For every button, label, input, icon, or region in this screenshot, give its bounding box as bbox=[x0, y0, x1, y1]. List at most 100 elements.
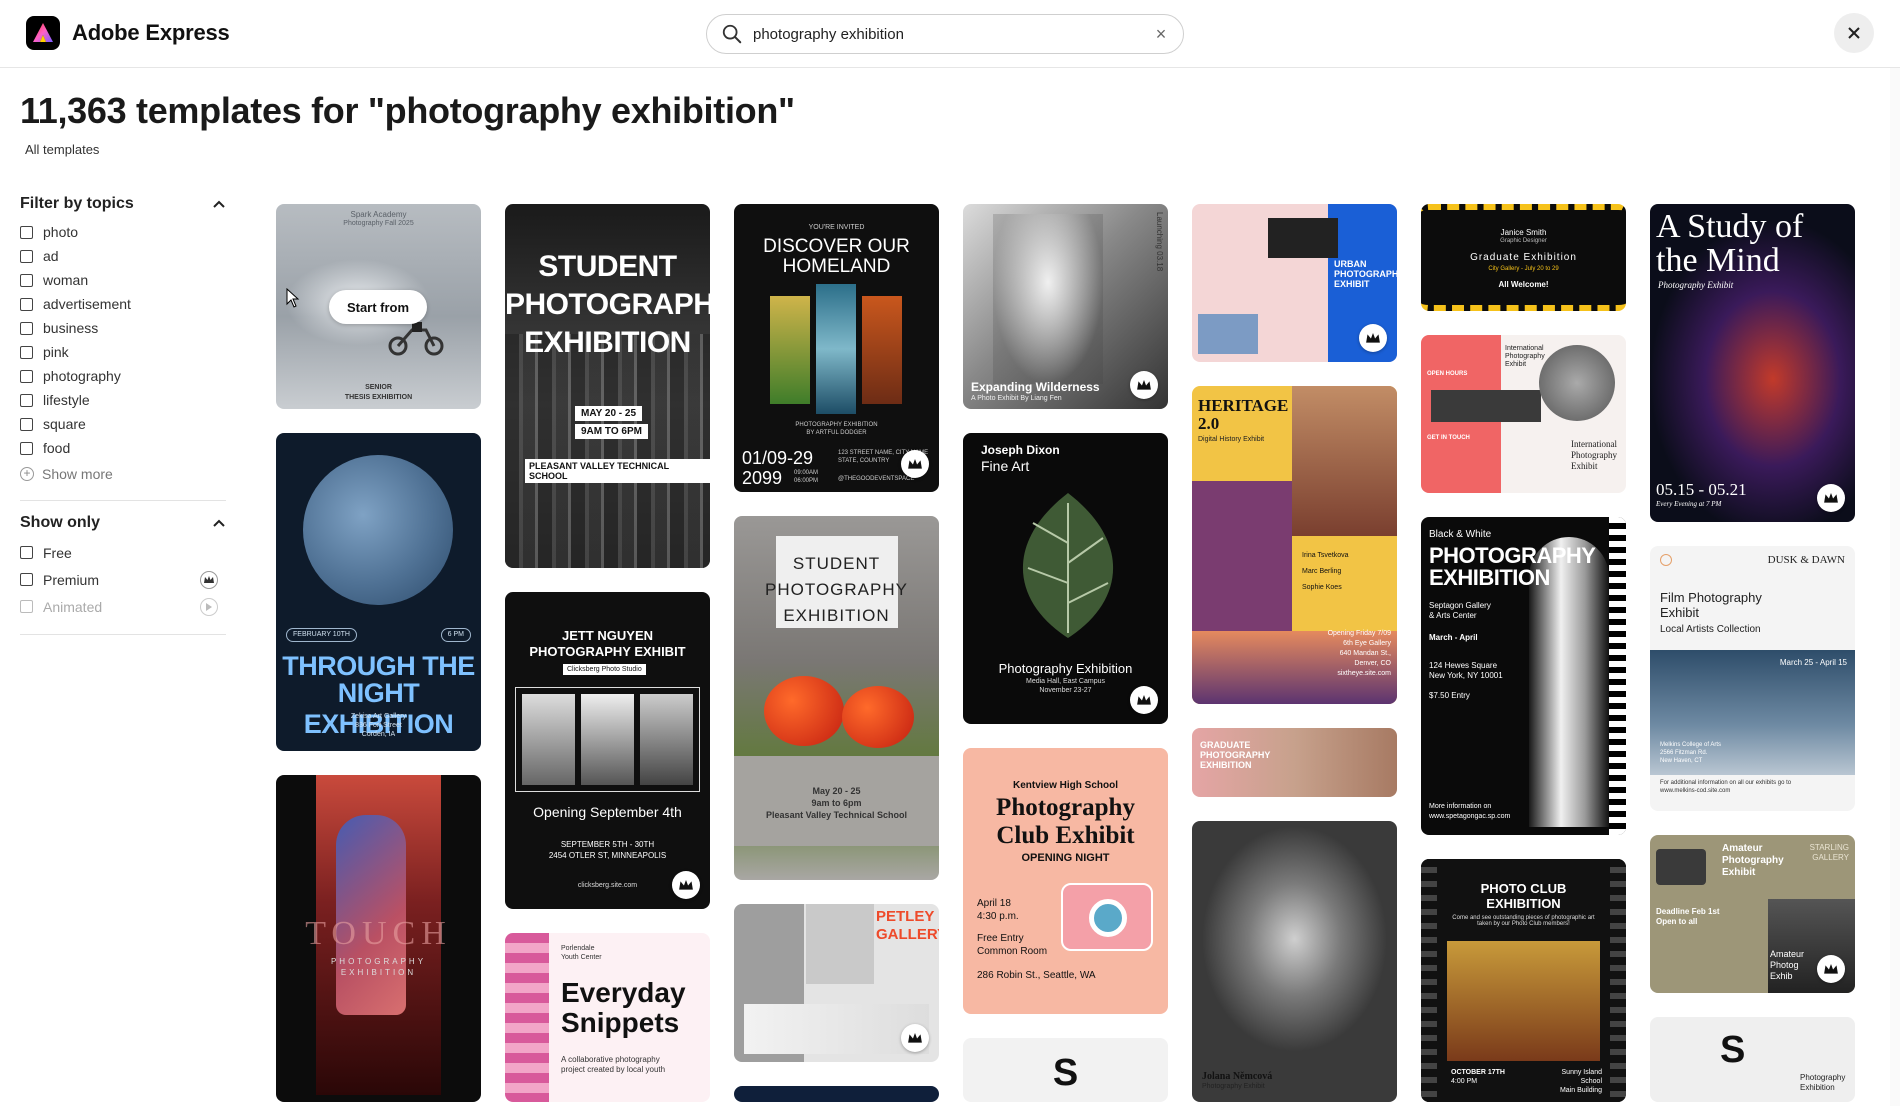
template-card-a-study-of-the-mind[interactable]: A Study of the Mind Photography Exhibit … bbox=[1650, 204, 1855, 522]
template-card-student-ladybug[interactable]: STUDENT PHOTOGRAPHY EXHIBITION May 20 - … bbox=[734, 516, 939, 880]
filter-topics-header[interactable]: Filter by topics bbox=[20, 192, 226, 216]
crown-icon bbox=[1824, 963, 1838, 974]
template-card-joseph-dixon[interactable]: Joseph Dixon Fine Art Photography Exhibi… bbox=[963, 433, 1168, 724]
search-input[interactable] bbox=[753, 25, 1153, 43]
moon-image bbox=[303, 455, 453, 605]
search-bar[interactable]: × bbox=[706, 14, 1184, 54]
show-only-header[interactable]: Show only bbox=[20, 511, 226, 535]
play-icon bbox=[200, 597, 218, 616]
mouse-cursor-icon bbox=[286, 288, 300, 308]
checkbox[interactable] bbox=[20, 321, 33, 335]
checkbox[interactable] bbox=[20, 273, 33, 287]
start-from-button[interactable]: Start from bbox=[329, 290, 427, 324]
show-only-premium[interactable]: Premium bbox=[20, 566, 226, 593]
sun-icon bbox=[1660, 554, 1672, 566]
filter-topics-heading: Filter by topics bbox=[20, 195, 134, 212]
crown-icon bbox=[908, 1032, 922, 1043]
crown-icon bbox=[1137, 694, 1151, 705]
topic-filter-pink[interactable]: pink bbox=[20, 340, 226, 364]
camera-icon bbox=[1656, 849, 1706, 885]
checkbox[interactable] bbox=[20, 225, 33, 239]
topic-filter-photo[interactable]: photo bbox=[20, 220, 226, 244]
checkbox[interactable] bbox=[20, 441, 33, 455]
template-card-student-photography[interactable]: STUDENT PHOTOGRAPHY EXHIBITION MAY 20 - … bbox=[505, 204, 710, 568]
template-card-jett-nguyen[interactable]: JETT NGUYEN PHOTOGRAPHY EXHIBIT Clicksbe… bbox=[505, 592, 710, 909]
template-card-graduate-photography[interactable]: GRADUATE PHOTOGRAPHY EXHIBITION bbox=[1192, 728, 1397, 797]
template-card-black-and-white[interactable]: Black & White PHOTOGRAPHY EXHIBITION Sep… bbox=[1421, 517, 1626, 835]
template-card-expanding-wilderness[interactable]: Launching 03.18 Expanding Wilderness A P… bbox=[963, 204, 1168, 409]
ladybug-image bbox=[764, 676, 844, 746]
show-only-heading: Show only bbox=[20, 514, 100, 531]
crown-icon bbox=[200, 570, 218, 589]
chevron-up-icon[interactable] bbox=[212, 197, 226, 211]
template-card-everyday-snippets[interactable]: Porlendale Youth Center Everyday Snippet… bbox=[505, 933, 710, 1102]
template-card-dusk-and-dawn[interactable]: DUSK & DAWN Film Photography Exhibit Loc… bbox=[1650, 546, 1855, 811]
template-card-petley-gallery[interactable]: PETLEY GALLERY bbox=[734, 904, 939, 1062]
show-more-button[interactable]: + Show more bbox=[20, 462, 226, 486]
camera-icon bbox=[1061, 883, 1153, 951]
show-only-animated[interactable]: Animated bbox=[20, 593, 226, 620]
topic-filter-food[interactable]: food bbox=[20, 436, 226, 460]
template-card-jolana-nemcova[interactable]: Jolana Němcová Photography Exhibit bbox=[1192, 821, 1397, 1102]
template-grid: Spark Academy Photography Fall 2025 SENI… bbox=[276, 204, 1856, 1102]
top-bar: Adobe Express × bbox=[0, 0, 1900, 68]
premium-crown-badge bbox=[1130, 371, 1158, 399]
topic-filter-woman[interactable]: woman bbox=[20, 268, 226, 292]
template-card-partial-s[interactable]: S bbox=[963, 1038, 1168, 1102]
crown-icon bbox=[1137, 379, 1151, 390]
ladybug-image bbox=[842, 686, 914, 748]
topic-filter-business[interactable]: business bbox=[20, 316, 226, 340]
premium-crown-badge bbox=[1817, 484, 1845, 512]
checkbox[interactable] bbox=[20, 417, 33, 431]
premium-crown-badge bbox=[672, 871, 700, 899]
clear-search-icon[interactable]: × bbox=[1153, 25, 1169, 43]
checkbox[interactable] bbox=[20, 393, 33, 407]
topic-filter-lifestyle[interactable]: lifestyle bbox=[20, 388, 226, 412]
close-icon bbox=[1848, 27, 1860, 39]
show-only-free[interactable]: Free bbox=[20, 539, 226, 566]
premium-crown-badge bbox=[901, 450, 929, 478]
checkbox[interactable] bbox=[20, 600, 33, 613]
checkbox[interactable] bbox=[20, 345, 33, 359]
checkbox[interactable] bbox=[20, 249, 33, 263]
template-card-janice-smith[interactable]: Janice Smith Graphic Designer Graduate E… bbox=[1421, 204, 1626, 311]
premium-crown-badge bbox=[1817, 955, 1845, 983]
topic-filter-square[interactable]: square bbox=[20, 412, 226, 436]
page-scrollbar[interactable] bbox=[1890, 68, 1900, 1106]
topic-filter-advertisement[interactable]: advertisement bbox=[20, 292, 226, 316]
divider bbox=[20, 634, 226, 635]
premium-crown-badge bbox=[1130, 686, 1158, 714]
template-card-through-the-night[interactable]: FEBRUARY 10TH 6 PM THROUGH THE NIGHT EXH… bbox=[276, 433, 481, 751]
chevron-up-icon[interactable] bbox=[212, 516, 226, 530]
crown-icon bbox=[679, 879, 693, 890]
template-card-international-photography[interactable]: International Photography Exhibit OPEN H… bbox=[1421, 335, 1626, 493]
crown-icon bbox=[1824, 492, 1838, 503]
checkbox[interactable] bbox=[20, 369, 33, 383]
filter-sidebar: Filter by topics photo ad woman advertis… bbox=[20, 192, 226, 645]
template-card-s-photography[interactable]: S Photography Exhibition bbox=[1650, 1017, 1855, 1102]
template-card-photo-club-exhibition[interactable]: PHOTO CLUB EXHIBITION Come and see outst… bbox=[1421, 859, 1626, 1102]
topic-filter-photography[interactable]: photography bbox=[20, 364, 226, 388]
template-card-kentview-photography-club[interactable]: Kentview High School Photography Club Ex… bbox=[963, 748, 1168, 1014]
template-card-amateur-photography[interactable]: Amateur Photography Exhibit STARLING GAL… bbox=[1650, 835, 1855, 993]
template-card-spark-academy[interactable]: Spark Academy Photography Fall 2025 SENI… bbox=[276, 204, 481, 409]
template-card-urban-photography[interactable]: URBAN PHOTOGRAPHY EXHIBIT bbox=[1192, 204, 1397, 362]
checkbox[interactable] bbox=[20, 297, 33, 311]
template-card-discover-our-homeland[interactable]: YOU'RE INVITED DISCOVER OUR HOMELAND PHO… bbox=[734, 204, 939, 492]
crown-icon bbox=[908, 458, 922, 469]
app-name: Adobe Express bbox=[72, 20, 230, 45]
brand[interactable]: Adobe Express bbox=[26, 16, 230, 50]
checkbox[interactable] bbox=[20, 546, 33, 559]
template-card-heritage[interactable]: HERITAGE 2.0 Digital History Exhibit Iri… bbox=[1192, 386, 1397, 704]
premium-crown-badge bbox=[1359, 324, 1387, 352]
topic-filter-ad[interactable]: ad bbox=[20, 244, 226, 268]
breadcrumb-all-templates[interactable]: All templates bbox=[25, 142, 99, 157]
template-card-touch[interactable]: TOUCH PHOTOGRAPHY EXHIBITION bbox=[276, 775, 481, 1102]
plus-icon: + bbox=[20, 467, 34, 481]
premium-crown-badge bbox=[901, 1024, 929, 1052]
template-card-partial[interactable] bbox=[734, 1086, 939, 1102]
page-title: 11,363 templates for "photography exhibi… bbox=[20, 90, 795, 131]
close-button[interactable] bbox=[1834, 13, 1874, 53]
search-icon bbox=[722, 24, 742, 44]
checkbox[interactable] bbox=[20, 573, 33, 586]
